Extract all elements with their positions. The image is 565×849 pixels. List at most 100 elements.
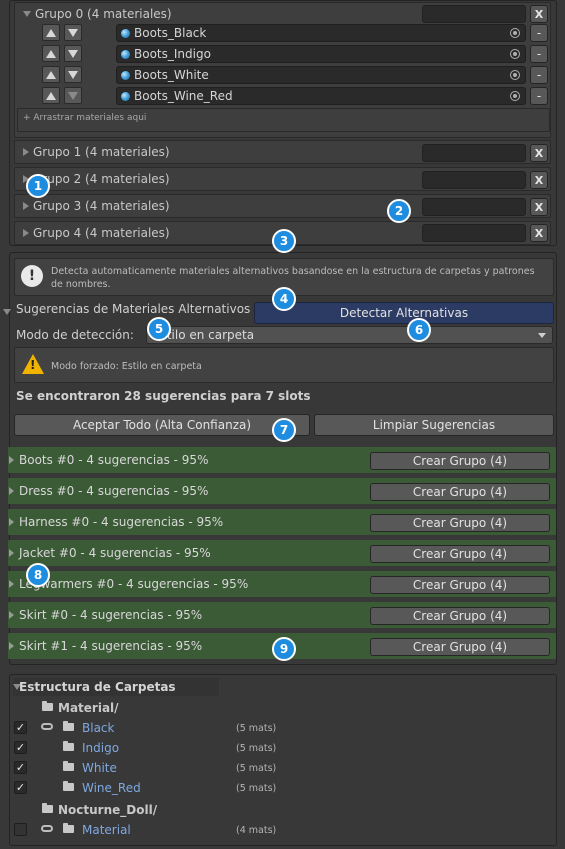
suggestion-label: Dress #0 - 4 sugerencias - 95% — [19, 484, 209, 498]
group-1-name-field[interactable] — [422, 144, 526, 162]
arrow-down-icon — [68, 49, 78, 58]
suggestion-label: Skirt #0 - 4 sugerencias - 95% — [19, 608, 203, 622]
suggestion-row-legwarmers[interactable]: Legwarmers #0 - 4 sugerencias - 95% Crea… — [8, 571, 556, 597]
folder-icon — [63, 761, 74, 771]
folder-checkbox[interactable]: ✓ — [14, 761, 27, 774]
material-name: Boots_Wine_Red — [134, 89, 233, 103]
suggestions-summary: Se encontraron 28 sugerencias para 7 slo… — [16, 389, 311, 403]
fold-closed-icon — [23, 229, 29, 237]
remove-material-button[interactable]: - — [530, 24, 548, 42]
material-field[interactable]: Boots_Black — [116, 24, 526, 42]
fold-closed-icon — [9, 611, 14, 619]
tree-folder-name[interactable]: Material — [82, 823, 131, 837]
group-2-title: Grupo 2 (4 materiales) — [33, 172, 170, 186]
annotation-badge-6: 6 — [407, 318, 431, 342]
suggestion-row-dress[interactable]: Dress #0 - 4 sugerencias - 95% Crear Gru… — [8, 478, 556, 504]
tree-row-wine-red[interactable]: ✓ Wine_Red (5 mats) — [10, 778, 550, 798]
object-picker-icon[interactable] — [510, 28, 520, 38]
remove-material-button[interactable]: - — [530, 66, 548, 84]
move-down-button[interactable] — [64, 45, 82, 62]
clear-suggestions-button[interactable]: Limpiar Sugerencias — [314, 414, 554, 436]
fold-closed-icon — [23, 148, 29, 156]
remove-material-button[interactable]: - — [530, 45, 548, 63]
detection-mode-dropdown[interactable]: Estilo en carpeta — [146, 326, 553, 344]
group-3-close-button[interactable]: X — [530, 198, 548, 216]
group-1-title: Grupo 1 (4 materiales) — [33, 145, 170, 159]
fold-closed-icon — [9, 456, 14, 464]
annotation-badge-5: 5 — [147, 317, 171, 341]
move-down-button[interactable] — [64, 24, 82, 41]
tree-folder-name[interactable]: Black — [82, 721, 114, 735]
folders-header[interactable]: Estructura de Carpetas — [13, 678, 219, 696]
group-0-name-field[interactable] — [422, 5, 526, 23]
remove-material-button[interactable]: - — [530, 87, 548, 105]
group-4-header[interactable]: Grupo 4 (4 materiales) — [15, 222, 170, 244]
tree-folder-name[interactable]: Indigo — [82, 741, 119, 755]
create-group-button[interactable]: Crear Grupo (4) — [370, 452, 550, 470]
arrow-up-icon — [46, 49, 56, 58]
create-group-button[interactable]: Crear Grupo (4) — [370, 545, 550, 563]
accept-all-button[interactable]: Aceptar Todo (Alta Confianza) — [14, 414, 310, 436]
group-3-title: Grupo 3 (4 materiales) — [33, 199, 170, 213]
tree-row-material-root[interactable]: Material/ — [10, 698, 550, 718]
suggestion-row-boots[interactable]: Boots #0 - 4 sugerencias - 95% Crear Gru… — [8, 447, 556, 473]
move-down-button[interactable] — [64, 66, 82, 83]
detect-alternatives-button[interactable]: Detectar Alternativas — [254, 302, 554, 324]
suggestion-label: Jacket #0 - 4 sugerencias - 95% — [19, 546, 211, 560]
folder-icon — [63, 781, 74, 791]
group-3-header[interactable]: Grupo 3 (4 materiales) — [15, 195, 170, 217]
move-up-button[interactable] — [42, 87, 60, 104]
create-group-button[interactable]: Crear Grupo (4) — [370, 514, 550, 532]
object-picker-icon[interactable] — [510, 49, 520, 59]
suggestions-title: Sugerencias de Materiales Alternativos — [16, 302, 251, 316]
tree-row-black[interactable]: ✓ Black (5 mats) — [10, 718, 550, 738]
group-3-name-field[interactable] — [422, 198, 526, 216]
create-group-button[interactable]: Crear Grupo (4) — [370, 483, 550, 501]
tree-folder-name[interactable]: White — [82, 761, 117, 775]
object-picker-icon[interactable] — [510, 70, 520, 80]
folder-checkbox[interactable] — [14, 823, 27, 836]
suggestion-label: Legwarmers #0 - 4 sugerencias - 95% — [19, 577, 249, 591]
suggestions-foldout[interactable] — [3, 304, 15, 318]
tree-row-doll-material[interactable]: Material (4 mats) — [10, 820, 550, 840]
material-drop-zone[interactable]: + Arrastrar materiales aqui — [17, 108, 550, 132]
folder-checkbox[interactable]: ✓ — [14, 721, 27, 734]
group-4-close-button[interactable]: X — [530, 224, 548, 242]
tree-folder-count: (5 mats) — [236, 763, 277, 774]
fold-closed-icon — [9, 518, 14, 526]
move-up-button[interactable] — [42, 66, 60, 83]
tree-row-white[interactable]: ✓ White (5 mats) — [10, 758, 550, 778]
group-2-close-button[interactable]: X — [530, 171, 548, 189]
group-0-close-button[interactable]: X — [530, 5, 548, 23]
link-icon — [41, 723, 53, 730]
fold-closed-icon — [23, 202, 29, 210]
annotation-badge-9: 9 — [272, 637, 296, 661]
material-sphere-icon — [121, 91, 130, 101]
group-0-title: Grupo 0 (4 materiales) — [35, 7, 172, 21]
tree-row-indigo[interactable]: ✓ Indigo (5 mats) — [10, 738, 550, 758]
group-1-header[interactable]: Grupo 1 (4 materiales) — [15, 141, 170, 163]
material-field[interactable]: Boots_White — [116, 66, 526, 84]
group-2-name-field[interactable] — [422, 171, 526, 189]
create-group-button[interactable]: Crear Grupo (4) — [370, 607, 550, 625]
object-picker-icon[interactable] — [510, 91, 520, 101]
folder-icon — [63, 741, 74, 751]
link-icon — [41, 825, 53, 832]
suggestion-row-skirt-0[interactable]: Skirt #0 - 4 sugerencias - 95% Crear Gru… — [8, 602, 556, 628]
material-field[interactable]: Boots_Wine_Red — [116, 87, 526, 105]
group-1-close-button[interactable]: X — [530, 144, 548, 162]
group-0-header[interactable]: Grupo 0 (4 materiales) — [15, 3, 172, 25]
folder-checkbox[interactable]: ✓ — [14, 741, 27, 754]
move-up-button[interactable] — [42, 24, 60, 41]
move-up-button[interactable] — [42, 45, 60, 62]
group-4-name-field[interactable] — [422, 224, 526, 242]
create-group-button[interactable]: Crear Grupo (4) — [370, 638, 550, 656]
suggestion-row-jacket[interactable]: Jacket #0 - 4 sugerencias - 95% Crear Gr… — [8, 540, 556, 566]
tree-row-doll-root[interactable]: Nocturne_Doll/ — [10, 800, 550, 820]
create-group-button[interactable]: Crear Grupo (4) — [370, 576, 550, 594]
material-field[interactable]: Boots_Indigo — [116, 45, 526, 63]
folder-checkbox[interactable]: ✓ — [14, 781, 27, 794]
tree-folder-name[interactable]: Wine_Red — [82, 781, 141, 795]
suggestion-row-harness[interactable]: Harness #0 - 4 sugerencias - 95% Crear G… — [8, 509, 556, 535]
arrow-up-icon — [46, 91, 56, 100]
